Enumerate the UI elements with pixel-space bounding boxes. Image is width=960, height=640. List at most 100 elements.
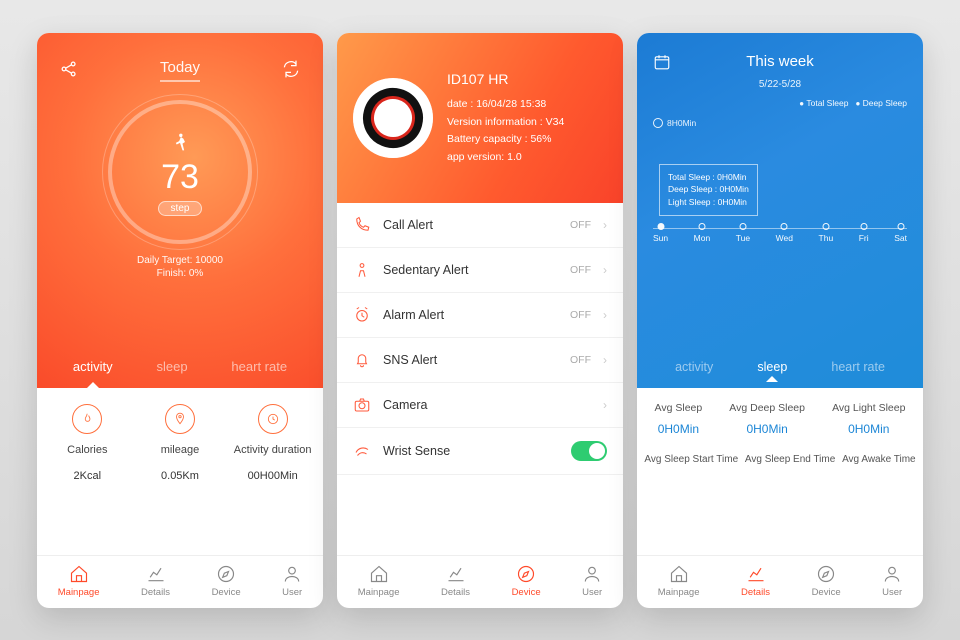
chevron-right-icon: › <box>603 263 607 277</box>
week-title[interactable]: This week <box>683 53 877 70</box>
sedentary-icon <box>353 261 371 279</box>
chevron-right-icon: › <box>603 398 607 412</box>
compass-icon <box>516 564 536 584</box>
step-label: step <box>158 201 203 216</box>
sns-alert-label: SNS Alert <box>383 353 558 367</box>
chart-icon <box>446 564 466 584</box>
row-sedentary-alert[interactable]: Sedentary Alert OFF › <box>337 248 623 293</box>
nav-device[interactable]: Device <box>812 564 841 598</box>
nav-mainpage[interactable]: Mainpage <box>58 564 100 598</box>
chart-tooltip: Total Sleep : 0H0Min Deep Sleep : 0H0Min… <box>659 164 758 216</box>
row-call-alert[interactable]: Call Alert OFF › <box>337 203 623 248</box>
mileage-value: 0.05Km <box>161 470 199 482</box>
row-camera[interactable]: Camera › <box>337 383 623 428</box>
hero-tabs: activity sleep heart rate <box>653 360 907 380</box>
user-icon <box>282 564 302 584</box>
day-mon[interactable]: Mon <box>694 233 711 243</box>
sleep-averages: Avg Sleep 0H0Min Avg Deep Sleep 0H0Min A… <box>637 388 923 444</box>
legend-total: Total Sleep <box>799 98 848 108</box>
day-wed[interactable]: Wed <box>776 233 793 243</box>
tab-activity[interactable]: activity <box>69 353 117 380</box>
nav-details[interactable]: Details <box>741 564 770 598</box>
day-thu[interactable]: Thu <box>819 233 834 243</box>
finish-percent: Finish: 0% <box>137 267 223 281</box>
tooltip-deep: Deep Sleep : 0H0Min <box>668 183 749 196</box>
tab-heart-rate[interactable]: heart rate <box>227 353 291 380</box>
wrist-icon <box>353 442 371 460</box>
device-version: Version information : V34 <box>447 114 564 132</box>
bottom-nav: Mainpage Details Device User <box>637 555 923 608</box>
nav-details[interactable]: Details <box>141 564 170 598</box>
avg-light-sleep: Avg Light Sleep 0H0Min <box>832 402 905 436</box>
user-icon <box>882 564 902 584</box>
row-alarm-alert[interactable]: Alarm Alert OFF › <box>337 293 623 338</box>
chevron-right-icon: › <box>603 308 607 322</box>
home-icon <box>369 564 389 584</box>
chart-axis: Sun Mon Tue Wed Thu Fri Sat <box>653 228 907 243</box>
tab-sleep[interactable]: sleep <box>757 360 787 374</box>
bottom-nav: Mainpage Details Device User <box>37 555 323 608</box>
avg-light-label: Avg Light Sleep <box>832 402 905 414</box>
nav-device[interactable]: Device <box>512 564 541 598</box>
device-date: date : 16/04/28 15:38 <box>447 96 564 114</box>
avg-deep-value: 0H0Min <box>729 422 805 436</box>
calories-label: Calories <box>67 444 107 456</box>
metric-calories[interactable]: Calories 2Kcal <box>41 404 133 482</box>
wrist-sense-label: Wrist Sense <box>383 444 559 458</box>
tooltip-total: Total Sleep : 0H0Min <box>668 171 749 184</box>
share-icon[interactable] <box>59 59 79 82</box>
day-fri[interactable]: Fri <box>859 233 869 243</box>
screen-details: This week 5/22-5/28 Total Sleep Deep Sle… <box>637 33 923 608</box>
location-icon <box>165 404 195 434</box>
nav-user[interactable]: User <box>882 564 902 598</box>
bottom-nav: Mainpage Details Device User <box>337 555 623 608</box>
chart-days: Sun Mon Tue Wed Thu Fri Sat <box>653 233 907 243</box>
avg-light-value: 0H0Min <box>832 422 905 436</box>
avg-deep-sleep: Avg Deep Sleep 0H0Min <box>729 402 805 436</box>
home-icon <box>669 564 689 584</box>
nav-mainpage[interactable]: Mainpage <box>358 564 400 598</box>
avg-deep-label: Avg Deep Sleep <box>729 402 805 414</box>
chart-legend: Total Sleep Deep Sleep <box>653 98 907 108</box>
wrist-sense-toggle[interactable] <box>571 441 607 461</box>
clock-small-icon <box>653 118 663 128</box>
tab-heart-rate[interactable]: heart rate <box>831 360 885 374</box>
camera-label: Camera <box>383 398 591 412</box>
day-tue[interactable]: Tue <box>736 233 750 243</box>
chart-icon <box>746 564 766 584</box>
start-time-label: Avg Sleep Start Time <box>644 454 738 465</box>
daily-target: Daily Target: 10000 <box>137 254 223 268</box>
metric-duration[interactable]: Activity duration 00H00Min <box>227 404 319 482</box>
refresh-icon[interactable] <box>281 59 301 82</box>
nav-device[interactable]: Device <box>212 564 241 598</box>
hero-tabs: activity sleep heart rate <box>37 353 323 388</box>
alarm-alert-label: Alarm Alert <box>383 308 558 322</box>
device-info: ID107 HR date : 16/04/28 15:38 Version i… <box>447 68 564 167</box>
duration-label: Activity duration <box>234 444 312 456</box>
tooltip-light: Light Sleep : 0H0Min <box>668 196 749 209</box>
tab-activity[interactable]: activity <box>675 360 713 374</box>
nav-user[interactable]: User <box>282 564 302 598</box>
nav-details[interactable]: Details <box>441 564 470 598</box>
compass-icon <box>216 564 236 584</box>
flame-icon <box>72 404 102 434</box>
date-range: 5/22-5/28 <box>653 79 907 90</box>
device-battery: Battery capacity : 56% <box>447 131 564 149</box>
sleep-times: Avg Sleep Start Time Avg Sleep End Time … <box>637 444 923 465</box>
row-sns-alert[interactable]: SNS Alert OFF › <box>337 338 623 383</box>
device-name: ID107 HR <box>447 68 564 92</box>
nav-mainpage[interactable]: Mainpage <box>658 564 700 598</box>
step-progress-ring: 73 step <box>108 100 252 244</box>
calendar-icon[interactable] <box>653 53 671 71</box>
day-sun[interactable]: Sun <box>653 233 668 243</box>
tab-sleep[interactable]: sleep <box>153 353 192 380</box>
device-header: ID107 HR date : 16/04/28 15:38 Version i… <box>337 33 623 203</box>
metric-mileage[interactable]: mileage 0.05Km <box>134 404 226 482</box>
day-sat[interactable]: Sat <box>894 233 907 243</box>
date-title[interactable]: Today <box>160 59 200 82</box>
row-wrist-sense[interactable]: Wrist Sense <box>337 428 623 475</box>
nav-user[interactable]: User <box>582 564 602 598</box>
device-app-version: app version: 1.0 <box>447 149 564 167</box>
sleep-hero: This week 5/22-5/28 Total Sleep Deep Sle… <box>637 33 923 388</box>
home-icon <box>69 564 89 584</box>
